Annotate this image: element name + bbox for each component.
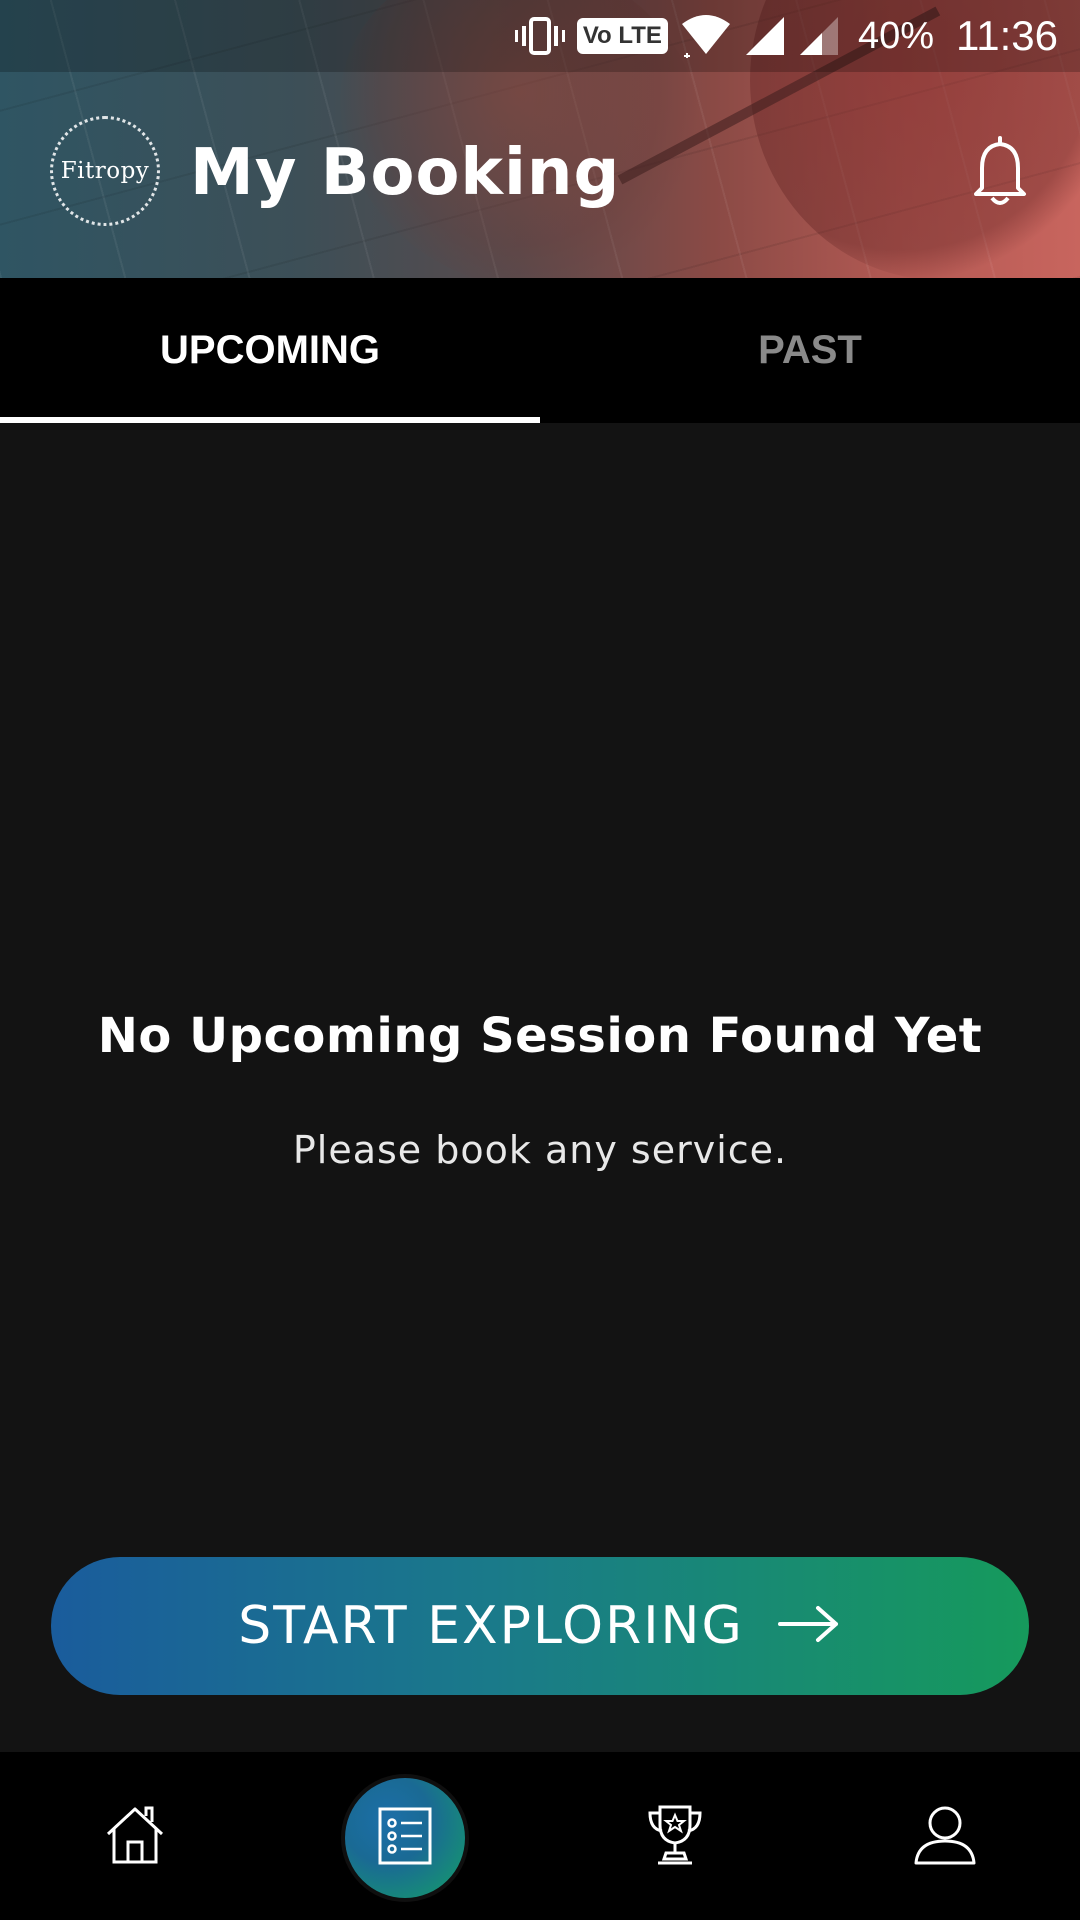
profile-icon xyxy=(912,1803,978,1872)
booking-tabs: UPCOMING PAST xyxy=(0,278,1080,423)
bookings-list-icon xyxy=(374,1805,436,1872)
vibrate-icon xyxy=(514,16,565,56)
app-logo: Fitropy xyxy=(50,116,160,226)
tab-past[interactable]: PAST xyxy=(540,278,1080,423)
tab-upcoming[interactable]: UPCOMING xyxy=(0,278,540,423)
home-icon xyxy=(104,1804,166,1871)
empty-state-title: No Upcoming Session Found Yet xyxy=(97,1008,983,1064)
nav-bookings[interactable] xyxy=(345,1778,465,1898)
nav-home[interactable] xyxy=(80,1782,190,1892)
trophy-icon xyxy=(644,1803,706,1872)
signal-weak-icon xyxy=(798,15,840,57)
header: Vo LTE 40% 11:36 Fitropy My Booking xyxy=(0,0,1080,278)
app-logo-text: Fitropy xyxy=(60,158,150,184)
empty-state-subtitle: Please book any service. xyxy=(292,1128,788,1172)
status-time: 11:36 xyxy=(956,12,1058,59)
page-title: My Booking xyxy=(190,136,621,210)
start-exploring-button[interactable]: START EXPLORING xyxy=(51,1557,1029,1695)
status-bar: Vo LTE 40% 11:36 xyxy=(514,0,1058,72)
arrow-right-icon xyxy=(777,1604,842,1649)
nav-profile[interactable] xyxy=(890,1782,1000,1892)
active-tab-indicator xyxy=(0,417,540,423)
tab-past-label: PAST xyxy=(758,328,862,372)
battery-percentage: 40% xyxy=(857,14,934,57)
nav-rewards[interactable] xyxy=(620,1782,730,1892)
signal-icon xyxy=(744,15,786,57)
start-exploring-label: START EXPLORING xyxy=(238,1596,744,1656)
app-screen: Vo LTE 40% 11:36 Fitropy My Booking UPCO… xyxy=(0,0,1080,1920)
wifi-icon xyxy=(680,14,732,58)
bottom-navigation xyxy=(0,1752,1080,1920)
tab-upcoming-label: UPCOMING xyxy=(160,328,380,372)
bell-icon[interactable] xyxy=(968,133,1032,209)
volte-icon: Vo LTE xyxy=(576,18,668,54)
